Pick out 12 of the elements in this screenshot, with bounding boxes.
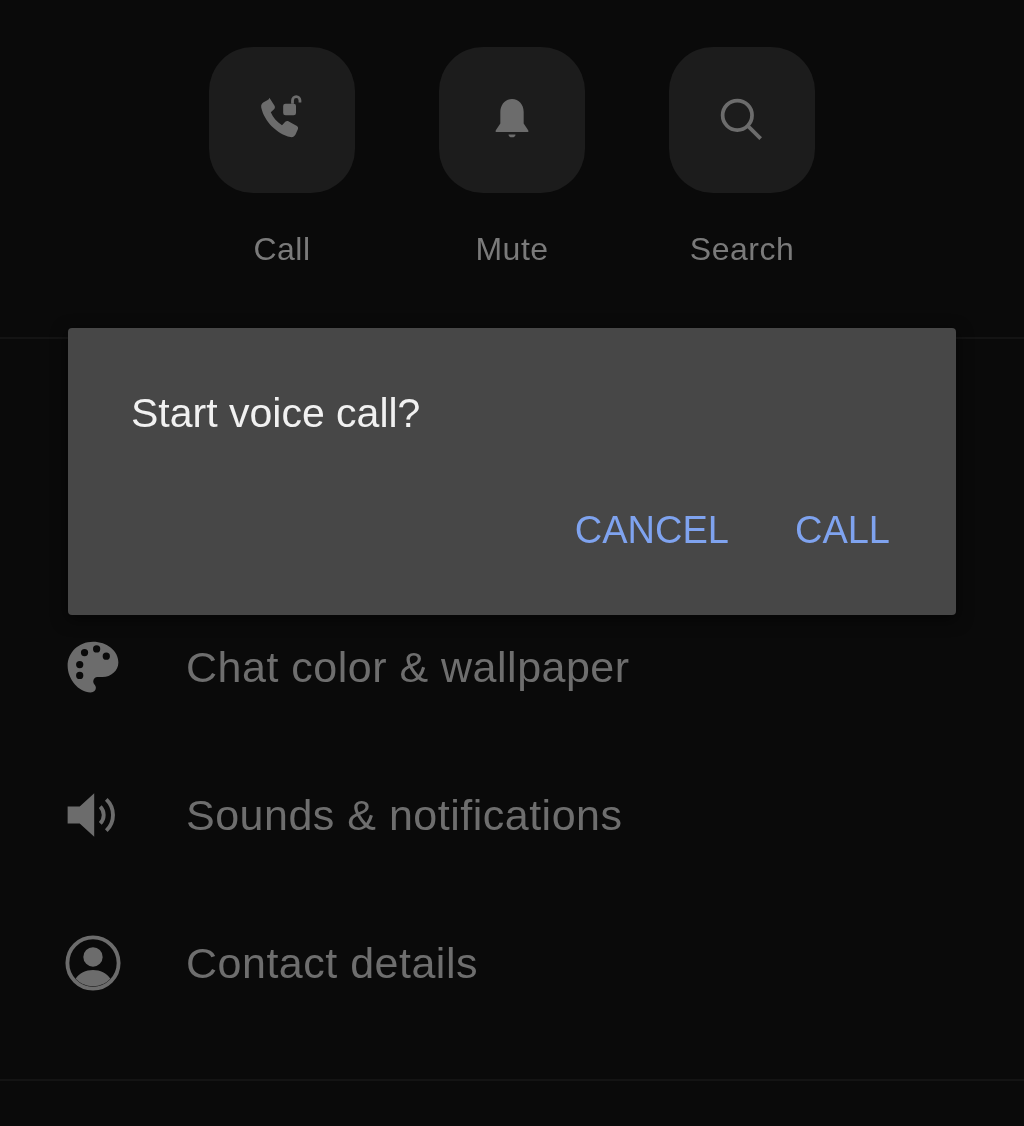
action-label: Mute [475, 231, 549, 267]
action-label: Search [689, 231, 795, 267]
dialog-button[interactable]: CANCEL [574, 508, 729, 552]
menu-item[interactable]: Sounds & notifications [0, 741, 1024, 889]
dialog-button[interactable]: CALL [794, 508, 890, 552]
contact-icon [64, 934, 122, 992]
action-label: Call [253, 231, 311, 267]
dialog-title: Start voice call? [131, 390, 422, 436]
action-button[interactable] [209, 47, 355, 193]
menu-item[interactable]: Contact details [0, 889, 1024, 1037]
action-button[interactable] [439, 47, 585, 193]
menu-item[interactable]: Chat color & wallpaper [0, 593, 1024, 741]
